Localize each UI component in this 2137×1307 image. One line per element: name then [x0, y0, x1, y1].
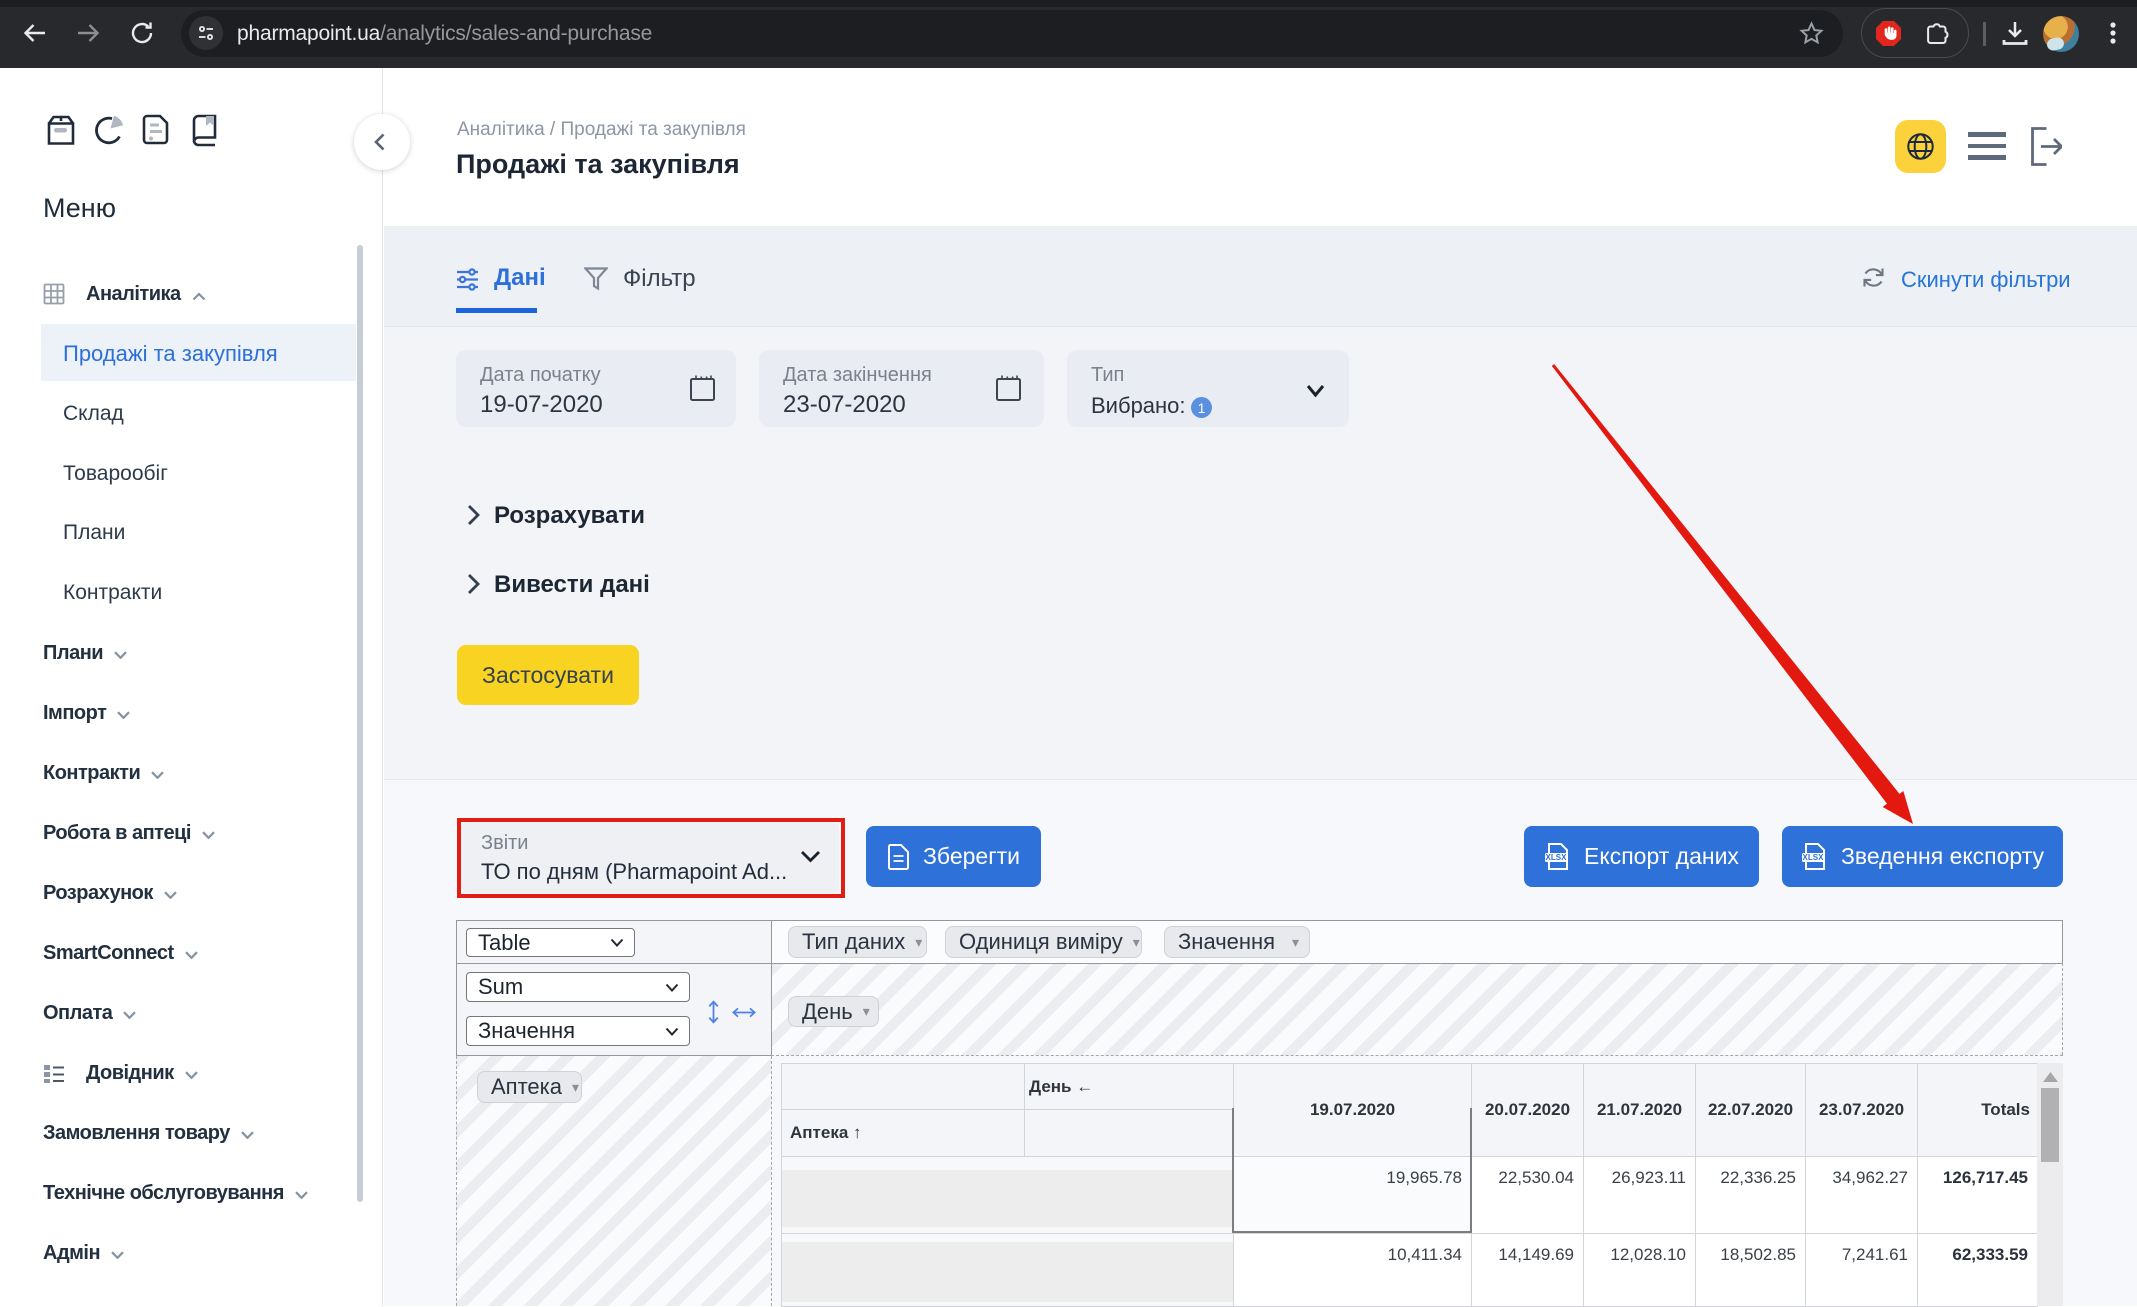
svg-text:XLSX: XLSX: [1546, 853, 1568, 862]
svg-text:XLSX: XLSX: [1803, 853, 1825, 862]
